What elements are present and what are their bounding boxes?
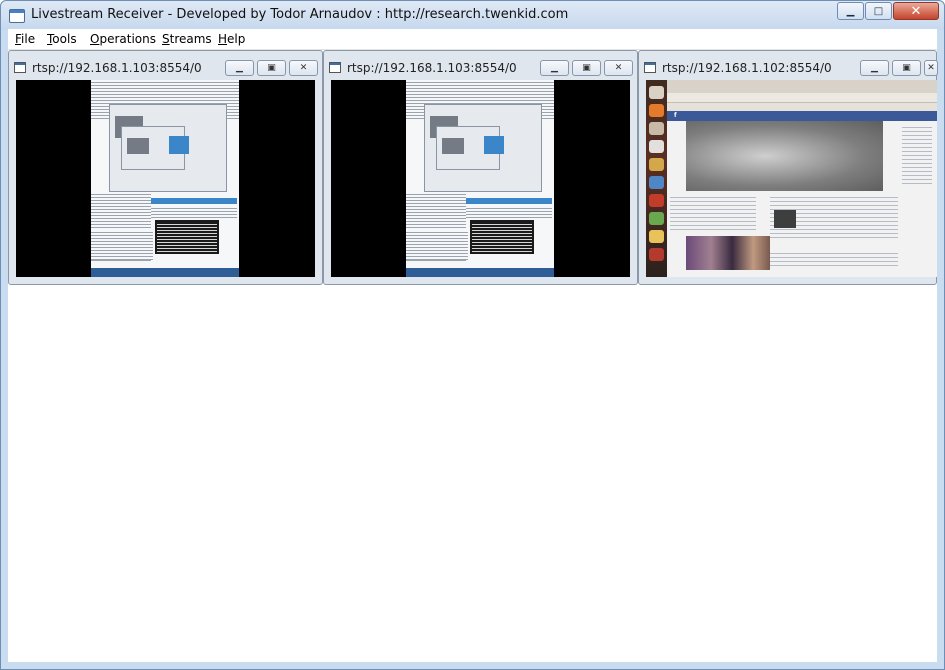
stream-window-buttons: ▁ ▣ ✕ — [222, 60, 318, 76]
minimize-icon: ▁ — [871, 63, 878, 73]
stream-window-3[interactable]: rtsp://192.168.1.102:8554/0 ▁ ▣ ✕ f — [638, 50, 938, 285]
menu-operations[interactable]: Operations — [90, 32, 156, 46]
stream-video[interactable] — [16, 80, 315, 277]
close-button[interactable]: ✕ — [893, 2, 939, 20]
stream-url: rtsp://192.168.1.103:8554/0 — [347, 61, 517, 75]
stream-window-title-bar[interactable]: rtsp://192.168.1.103:8554/0 ▁ ▣ ✕ — [9, 51, 322, 79]
window-caption-buttons: ▁ □ ✕ — [836, 2, 939, 20]
maximize-icon: □ — [873, 5, 884, 17]
close-icon: ✕ — [927, 63, 935, 73]
video-frame — [406, 80, 554, 277]
app-window-icon — [9, 9, 25, 23]
minimize-icon: ▁ — [846, 5, 855, 17]
stream-close-button[interactable]: ✕ — [604, 60, 633, 76]
stream-window-1[interactable]: rtsp://192.168.1.103:8554/0 ▁ ▣ ✕ — [8, 50, 323, 285]
close-icon: ✕ — [299, 63, 308, 73]
maximize-button[interactable]: □ — [865, 2, 892, 20]
minimize-icon: ▁ — [236, 63, 243, 73]
restore-icon: ▣ — [582, 63, 591, 73]
stream-video[interactable]: f — [646, 80, 937, 277]
window-title: Livestream Receiver - Developed by Todor… — [31, 7, 569, 22]
video-frame — [91, 80, 239, 277]
stream-window-buttons: ▁ ▣ ✕ — [857, 60, 938, 76]
minimize-button[interactable]: ▁ — [837, 2, 864, 20]
stream-window-2[interactable]: rtsp://192.168.1.103:8554/0 ▁ ▣ ✕ — [323, 50, 638, 285]
stream-url: rtsp://192.168.1.102:8554/0 — [662, 61, 832, 75]
minimize-icon: ▁ — [551, 63, 558, 73]
close-icon: ✕ — [910, 3, 922, 19]
restore-icon: ▣ — [902, 63, 911, 73]
menu-bar: File Tools Operations Streams Help — [8, 29, 937, 50]
stream-minimize-button[interactable]: ▁ — [225, 60, 254, 76]
stream-window-icon — [14, 62, 26, 73]
close-icon: ✕ — [614, 63, 623, 73]
menu-tools[interactable]: Tools — [47, 32, 77, 46]
stream-close-button[interactable]: ✕ — [289, 60, 318, 76]
video-frame: f — [646, 80, 937, 277]
stream-minimize-button[interactable]: ▁ — [540, 60, 569, 76]
title-bar[interactable]: Livestream Receiver - Developed by Todor… — [1, 1, 944, 30]
stream-restore-button[interactable]: ▣ — [892, 60, 921, 76]
stream-window-buttons: ▁ ▣ ✕ — [537, 60, 633, 76]
stream-minimize-button[interactable]: ▁ — [860, 60, 889, 76]
stream-restore-button[interactable]: ▣ — [257, 60, 286, 76]
stream-video[interactable] — [331, 80, 630, 277]
restore-icon: ▣ — [267, 63, 276, 73]
stream-window-title-bar[interactable]: rtsp://192.168.1.103:8554/0 ▁ ▣ ✕ — [324, 51, 637, 79]
stream-close-button[interactable]: ✕ — [924, 60, 938, 76]
stream-restore-button[interactable]: ▣ — [572, 60, 601, 76]
stream-window-icon — [329, 62, 341, 73]
stream-window-title-bar[interactable]: rtsp://192.168.1.102:8554/0 ▁ ▣ ✕ — [639, 51, 938, 79]
menu-streams[interactable]: Streams — [162, 32, 212, 46]
stream-url: rtsp://192.168.1.103:8554/0 — [32, 61, 202, 75]
mdi-client-area: rtsp://192.168.1.103:8554/0 ▁ ▣ ✕ rtsp:/… — [8, 50, 938, 662]
menu-help[interactable]: Help — [218, 32, 245, 46]
menu-file[interactable]: File — [15, 32, 35, 46]
stream-window-icon — [644, 62, 656, 73]
